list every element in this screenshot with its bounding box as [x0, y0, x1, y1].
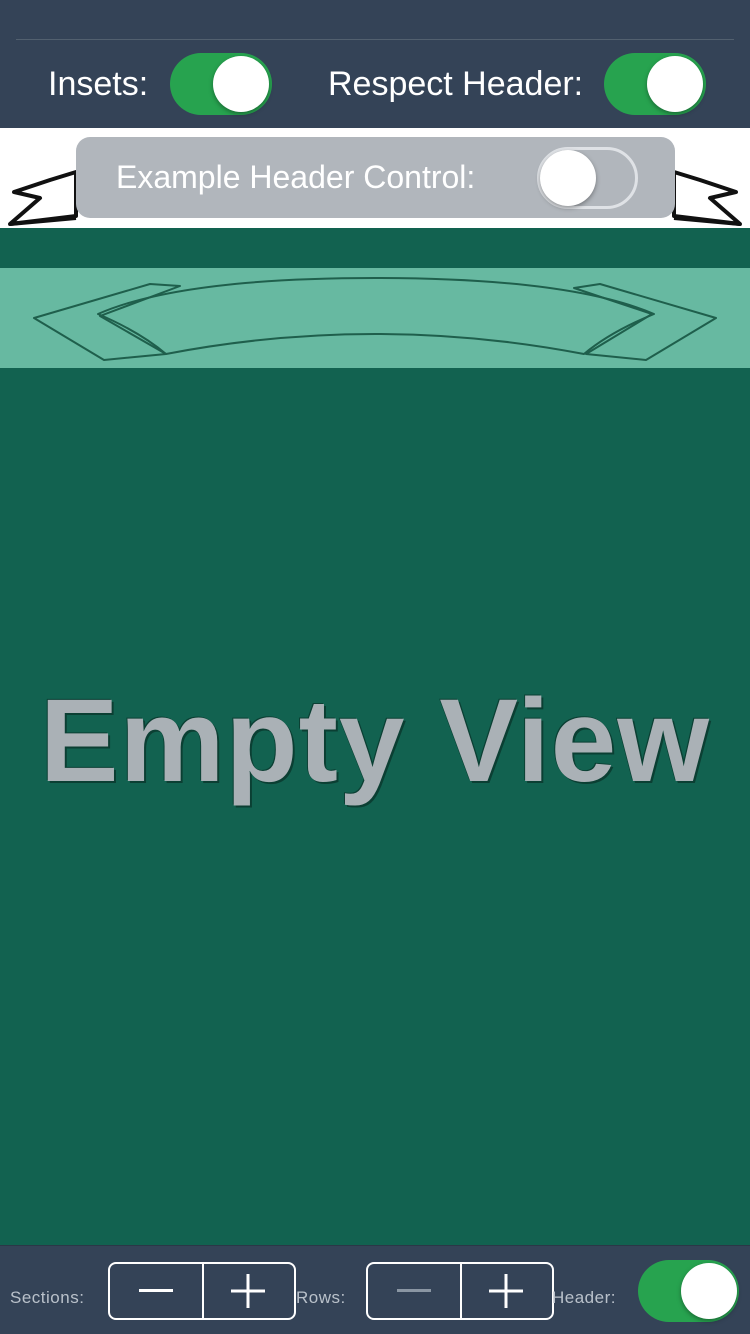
respect-header-switch-knob	[647, 56, 703, 112]
respect-header-switch[interactable]	[604, 53, 706, 115]
respect-header-label: Respect Header:	[328, 65, 584, 103]
sections-label: Sections:	[10, 1288, 85, 1307]
header-control-label: Example Header Control:	[116, 159, 476, 195]
sections-increment-button[interactable]	[202, 1264, 294, 1318]
plus-icon	[489, 1274, 523, 1308]
header-control-panel: Example Header Control:	[76, 137, 675, 218]
content-area: Empty View	[0, 228, 750, 1245]
header-control-switch-knob	[540, 150, 596, 206]
plus-icon	[231, 1274, 265, 1308]
insets-switch[interactable]	[170, 53, 272, 115]
header-control-switch[interactable]	[537, 147, 638, 209]
header-toggle-switch-knob	[681, 1263, 737, 1319]
rows-decrement-button[interactable]	[368, 1264, 460, 1318]
sections-decrement-button[interactable]	[110, 1264, 202, 1318]
banner-ribbon-icon	[33, 277, 717, 361]
header-toggle-label: Header:	[552, 1288, 616, 1307]
insets-label: Insets:	[48, 65, 149, 103]
rows-stepper	[366, 1262, 554, 1320]
top-divider	[16, 39, 734, 40]
minus-icon	[139, 1289, 173, 1292]
bottom-toolbar: Sections: Rows: Header:	[0, 1245, 750, 1334]
insets-switch-knob	[213, 56, 269, 112]
minus-icon	[397, 1289, 431, 1292]
header-toggle-switch[interactable]	[638, 1260, 739, 1322]
rows-increment-button[interactable]	[460, 1264, 552, 1318]
sections-stepper	[108, 1262, 296, 1320]
header-view: Example Header Control:	[0, 128, 750, 228]
top-toolbar: Insets: Respect Header:	[0, 0, 750, 128]
section-banner	[0, 268, 750, 368]
rows-label: Rows:	[296, 1288, 346, 1307]
empty-view-title: Empty View	[39, 675, 711, 807]
